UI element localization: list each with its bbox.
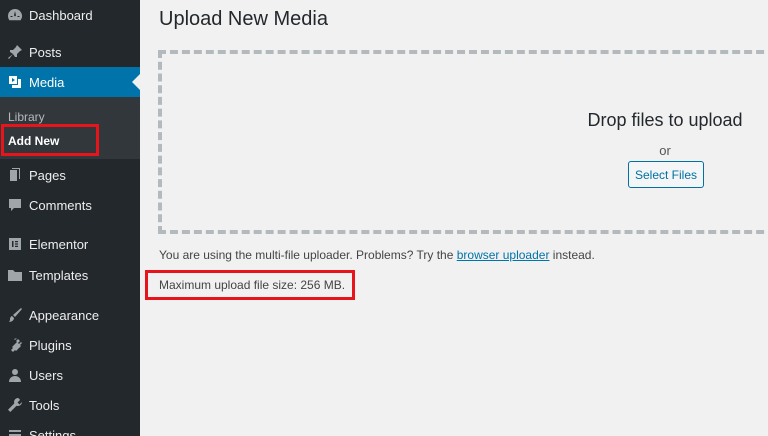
folder-icon: [5, 265, 25, 285]
submenu-item-library[interactable]: Library: [8, 110, 45, 124]
menu-label: Plugins: [29, 337, 72, 353]
menu-label: Tools: [29, 397, 60, 413]
select-files-button[interactable]: Select Files: [628, 161, 704, 188]
paintbrush-icon: [5, 305, 25, 325]
pushpin-icon: [5, 42, 25, 62]
dashboard-icon: [5, 5, 25, 25]
menu-label: Appearance: [29, 307, 100, 323]
drop-instructions: Drop files to upload or: [560, 110, 768, 158]
comment-icon: [5, 195, 25, 215]
admin-sidebar: Dashboard Posts Media Library Add New Pa…: [0, 0, 140, 436]
menu-item-users[interactable]: Users: [0, 360, 140, 390]
menu-label: Dashboard: [29, 7, 93, 23]
menu-item-elementor[interactable]: Elementor: [0, 229, 140, 259]
menu-label: Pages: [29, 167, 66, 183]
elementor-icon: [5, 234, 25, 254]
page-title: Upload New Media: [159, 8, 328, 30]
drop-files-text: Drop files to upload: [587, 110, 743, 130]
plugin-icon: [5, 335, 25, 355]
menu-item-pages[interactable]: Pages: [0, 160, 140, 190]
info-suffix: instead.: [549, 248, 595, 262]
menu-item-templates[interactable]: Templates: [0, 260, 140, 290]
menu-item-settings[interactable]: Settings: [0, 420, 140, 436]
menu-item-posts[interactable]: Posts: [0, 37, 140, 67]
or-text: or: [659, 143, 671, 158]
menu-label: Posts: [29, 44, 62, 60]
menu-label: Settings: [29, 427, 76, 436]
menu-item-dashboard[interactable]: Dashboard: [0, 0, 140, 30]
menu-label: Templates: [29, 267, 89, 283]
menu-item-tools[interactable]: Tools: [0, 390, 140, 420]
browser-uploader-link[interactable]: browser uploader: [457, 248, 550, 262]
info-prefix: You are using the multi-file uploader. P…: [159, 248, 457, 262]
menu-label: Elementor: [29, 236, 89, 252]
highlight-box: [145, 270, 355, 300]
menu-label: Users: [29, 367, 63, 383]
active-indicator: [132, 74, 140, 90]
pages-icon: [5, 165, 25, 185]
menu-label: Comments: [29, 197, 92, 213]
uploader-info: You are using the multi-file uploader. P…: [159, 248, 595, 262]
settings-icon: [5, 425, 25, 436]
media-icon: [5, 72, 25, 92]
menu-item-appearance[interactable]: Appearance: [0, 300, 140, 330]
highlight-box: [1, 124, 99, 156]
menu-item-media[interactable]: Media: [0, 67, 140, 97]
menu-item-comments[interactable]: Comments: [0, 190, 140, 220]
menu-item-plugins[interactable]: Plugins: [0, 330, 140, 360]
wrench-icon: [5, 395, 25, 415]
menu-label: Media: [29, 74, 65, 90]
user-icon: [5, 365, 25, 385]
